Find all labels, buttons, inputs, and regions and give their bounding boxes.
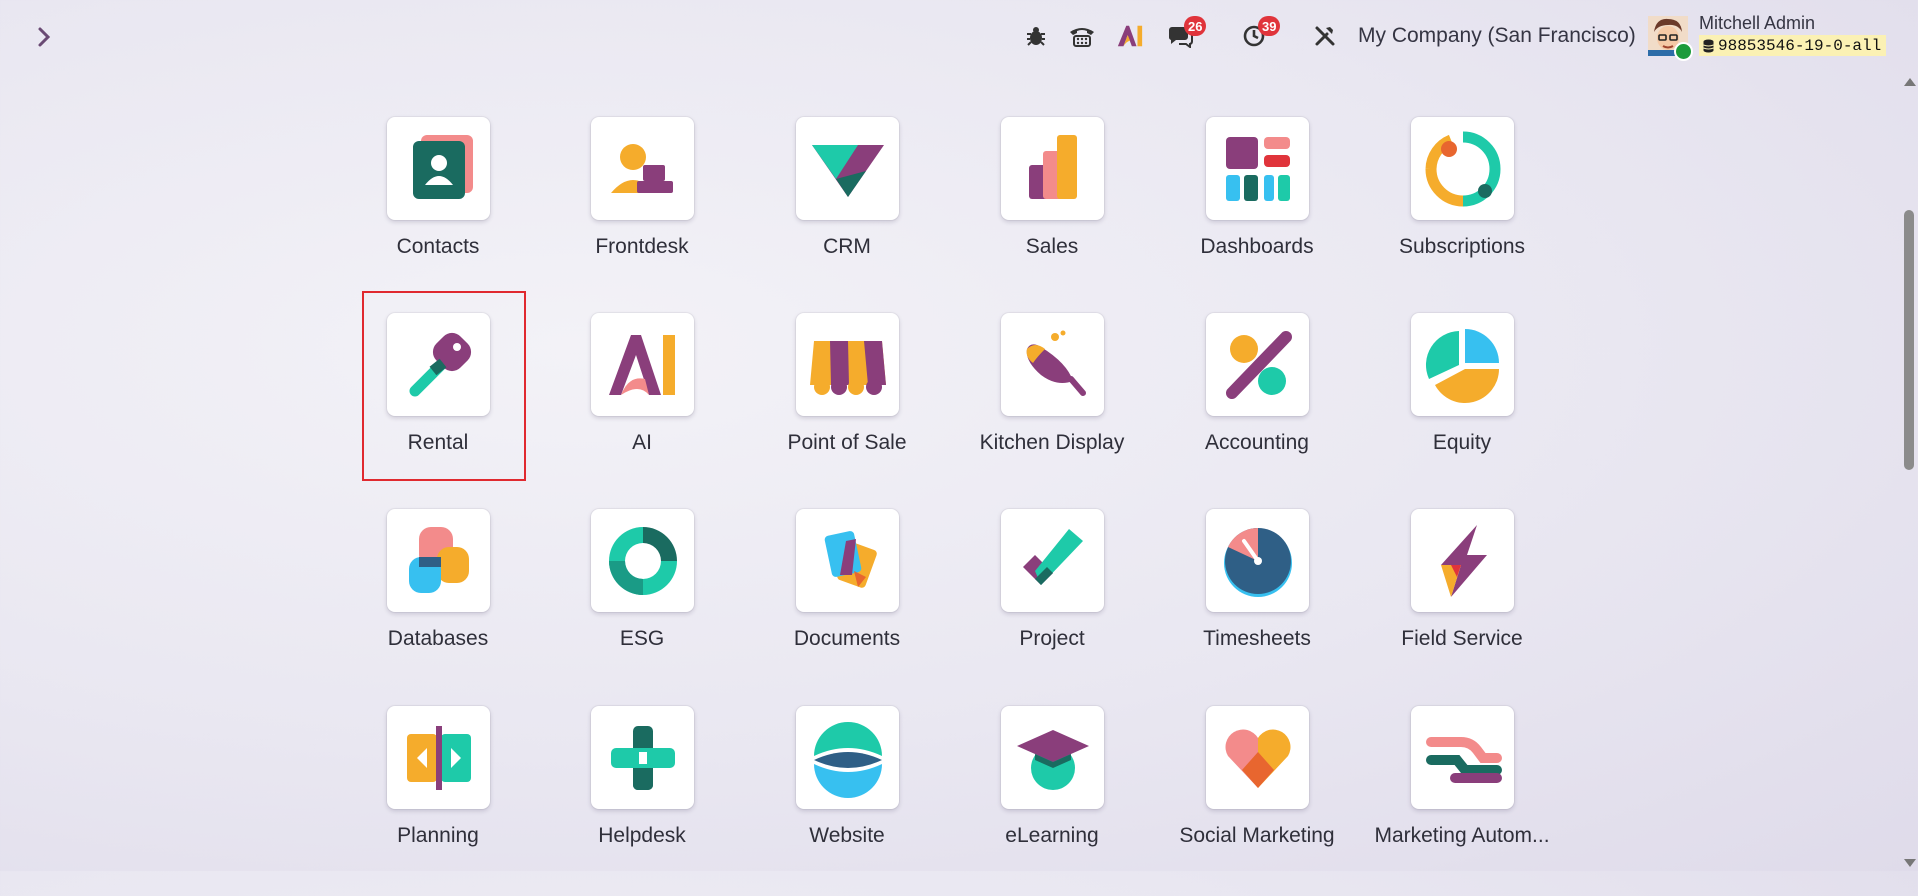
app-label: Website [809,824,885,847]
app-social-marketing[interactable]: Social Marketing [1155,706,1355,896]
app-label: Field Service [1401,627,1523,650]
activity-count-badge: 39 [1258,16,1281,36]
subscriptions-icon [1411,117,1514,220]
app-label: Timesheets [1203,627,1311,650]
settings-tools-icon[interactable] [1311,22,1339,50]
page-scrollbar[interactable] [1900,72,1918,871]
app-dashboards[interactable]: Dashboards [1155,117,1355,307]
social-marketing-heart-icon [1206,706,1309,809]
top-navbar: 26 39 My Company (San Francisco) Mitchel… [0,0,1918,72]
ai-app-icon [591,313,694,416]
user-avatar[interactable] [1648,16,1693,61]
dashboards-icon [1206,117,1309,220]
app-label: Project [1019,627,1085,650]
company-switcher[interactable]: My Company (San Francisco) [1358,24,1636,48]
app-point-of-sale[interactable]: Point of Sale [745,313,945,503]
scroll-thumb[interactable] [1904,210,1914,470]
app-project[interactable]: Project [950,509,1150,699]
app-website[interactable]: Website [745,706,945,896]
app-label: Helpdesk [598,824,686,847]
accounting-icon [1206,313,1309,416]
activity-clock-icon[interactable]: 39 [1240,16,1281,50]
app-label: Equity [1432,431,1492,454]
sidebar-toggle-chevron-icon[interactable] [30,20,58,54]
contacts-icon [387,117,490,220]
chat-count-badge: 26 [1184,16,1207,36]
sales-icon [1001,117,1104,220]
app-elearning[interactable]: eLearning [950,706,1150,896]
timesheets-icon [1206,509,1309,612]
scroll-down-arrow-icon[interactable] [1904,859,1916,867]
rental-highlight-box [362,291,526,481]
elearning-cap-icon [1001,706,1104,809]
ai-icon[interactable] [1116,22,1144,50]
field-service-bolt-icon [1411,509,1514,612]
app-label: Sales [1025,235,1079,258]
app-label: Contacts [396,235,480,258]
app-subscriptions[interactable]: Subscriptions [1360,117,1560,307]
website-icon [796,706,899,809]
app-label: CRM [823,235,871,258]
app-crm[interactable]: CRM [745,117,945,307]
helpdesk-icon [591,706,694,809]
app-label: ESG [619,627,665,650]
app-contacts[interactable]: Contacts [336,117,536,307]
app-label: Planning [397,824,479,847]
app-kitchen-display[interactable]: Kitchen Display [950,313,1150,503]
app-timesheets[interactable]: Timesheets [1155,509,1355,699]
app-label: eLearning [1005,824,1099,847]
app-accounting[interactable]: Accounting [1155,313,1355,503]
app-label: Kitchen Display [979,431,1125,454]
scroll-up-arrow-icon[interactable] [1904,78,1916,86]
databases-icon [387,509,490,612]
app-label: AI [632,431,652,454]
project-check-icon [1001,509,1104,612]
app-equity[interactable]: Equity [1360,313,1560,503]
database-name: 98853546-19-0-all [1718,36,1882,55]
app-marketing-automation[interactable]: Marketing Autom... [1360,706,1560,896]
app-databases[interactable]: Databases [336,509,536,699]
documents-icon [796,509,899,612]
planning-icon [387,706,490,809]
app-label: Point of Sale [787,431,907,454]
app-sales[interactable]: Sales [950,117,1150,307]
esg-icon [591,509,694,612]
app-label: Subscriptions [1398,235,1526,258]
app-frontdesk[interactable]: Frontdesk [540,117,740,307]
app-planning[interactable]: Planning [336,706,536,896]
app-label: Frontdesk [595,235,689,258]
app-label: Marketing Autom... [1374,824,1550,847]
app-label: Dashboards [1200,235,1314,258]
chat-messages-icon[interactable]: 26 [1166,16,1207,50]
database-name-badge: 98853546-19-0-all [1699,35,1887,56]
point-of-sale-icon [796,313,899,416]
app-label: Documents [793,627,901,650]
app-label: Databases [387,627,489,650]
database-icon [1703,39,1714,52]
app-label: Accounting [1205,431,1309,454]
kitchen-display-icon [1001,313,1104,416]
marketing-automation-icon [1411,706,1514,809]
app-esg[interactable]: ESG [540,509,740,699]
online-status-dot [1674,42,1693,61]
equity-pie-icon [1411,313,1514,416]
user-name[interactable]: Mitchell Admin [1699,13,1815,34]
debug-bug-icon[interactable] [1022,22,1050,50]
crm-icon [796,117,899,220]
app-ai[interactable]: AI [540,313,740,503]
app-label: Social Marketing [1179,824,1335,847]
frontdesk-icon [591,117,694,220]
app-documents[interactable]: Documents [745,509,945,699]
phone-icon[interactable] [1068,22,1096,50]
app-field-service[interactable]: Field Service [1360,509,1560,699]
app-helpdesk[interactable]: Helpdesk [540,706,740,896]
